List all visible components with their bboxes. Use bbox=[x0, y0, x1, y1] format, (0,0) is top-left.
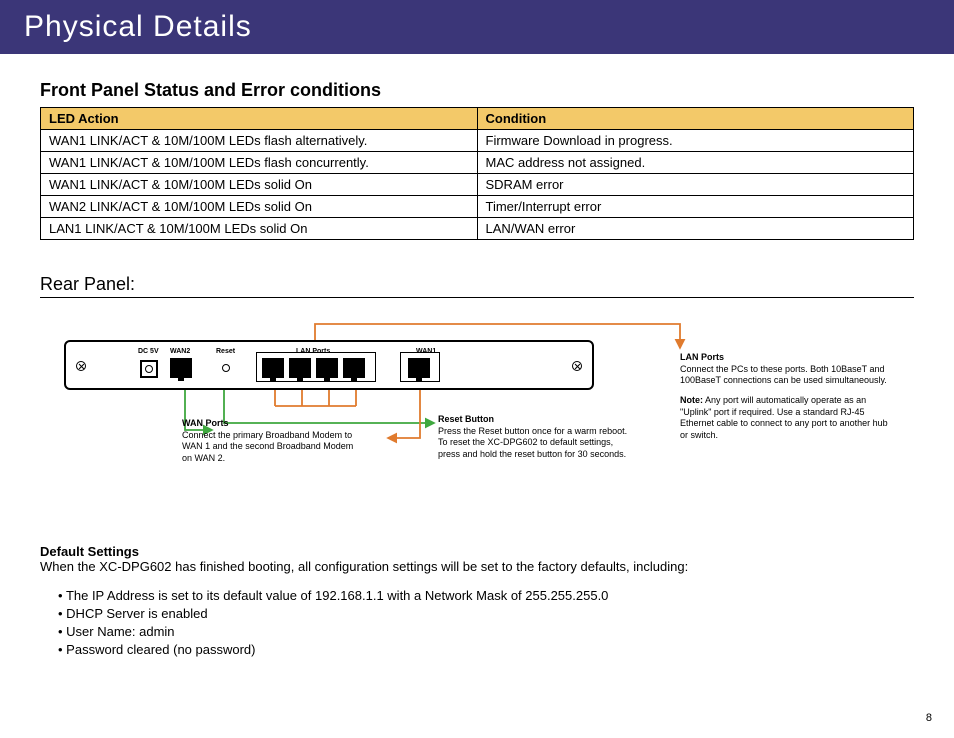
callout-reset-button: Reset Button Press the Reset button once… bbox=[438, 414, 628, 461]
default-settings-heading: Default Settings bbox=[40, 544, 914, 559]
front-panel-heading: Front Panel Status and Error conditions bbox=[40, 80, 914, 101]
table-row: LAN1 LINK/ACT & 10M/100M LEDs solid OnLA… bbox=[41, 218, 914, 240]
screw-icon bbox=[572, 361, 582, 371]
wan2-port-icon bbox=[170, 358, 192, 378]
callout-wan-ports: WAN Ports Connect the primary Broadband … bbox=[182, 418, 357, 465]
list-item: User Name: admin bbox=[58, 624, 914, 639]
rear-panel-diagram: DC 5V WAN2 Reset LAN Ports WAN1 WAN Port… bbox=[40, 318, 914, 508]
lan-port-icon bbox=[316, 358, 338, 378]
lan-port-icon bbox=[343, 358, 365, 378]
list-item: DHCP Server is enabled bbox=[58, 606, 914, 621]
reset-hole-icon bbox=[222, 364, 230, 372]
list-item: Password cleared (no password) bbox=[58, 642, 914, 657]
table-row: WAN1 LINK/ACT & 10M/100M LEDs flash conc… bbox=[41, 152, 914, 174]
callout-lan-ports: LAN Ports Connect the PCs to these ports… bbox=[680, 352, 890, 442]
table-row: WAN2 LINK/ACT & 10M/100M LEDs solid OnTi… bbox=[41, 196, 914, 218]
default-settings-intro: When the XC-DPG602 has finished booting,… bbox=[40, 559, 914, 574]
device-rear-view: DC 5V WAN2 Reset LAN Ports WAN1 bbox=[64, 340, 594, 390]
rear-panel-heading: Rear Panel: bbox=[40, 274, 914, 298]
col-led-action: LED Action bbox=[41, 108, 478, 130]
label-reset: Reset bbox=[216, 348, 235, 355]
label-dc5v: DC 5V bbox=[138, 348, 159, 355]
table-row: WAN1 LINK/ACT & 10M/100M LEDs flash alte… bbox=[41, 130, 914, 152]
lan-port-icon bbox=[262, 358, 284, 378]
page-title: Physical Details bbox=[24, 10, 252, 44]
label-wan2: WAN2 bbox=[170, 348, 190, 355]
default-settings: Default Settings When the XC-DPG602 has … bbox=[40, 544, 914, 657]
page-number: 8 bbox=[926, 712, 932, 724]
dc-jack-icon bbox=[140, 360, 158, 378]
page-header: Physical Details bbox=[0, 0, 954, 54]
wan1-port-icon bbox=[408, 358, 430, 378]
lan-port-icon bbox=[289, 358, 311, 378]
screw-icon bbox=[76, 361, 86, 371]
default-settings-list: The IP Address is set to its default val… bbox=[40, 588, 914, 657]
col-condition: Condition bbox=[477, 108, 914, 130]
list-item: The IP Address is set to its default val… bbox=[58, 588, 914, 603]
table-row: WAN1 LINK/ACT & 10M/100M LEDs solid OnSD… bbox=[41, 174, 914, 196]
page-content: Front Panel Status and Error conditions … bbox=[0, 54, 954, 657]
status-table: LED Action Condition WAN1 LINK/ACT & 10M… bbox=[40, 107, 914, 240]
table-header-row: LED Action Condition bbox=[41, 108, 914, 130]
